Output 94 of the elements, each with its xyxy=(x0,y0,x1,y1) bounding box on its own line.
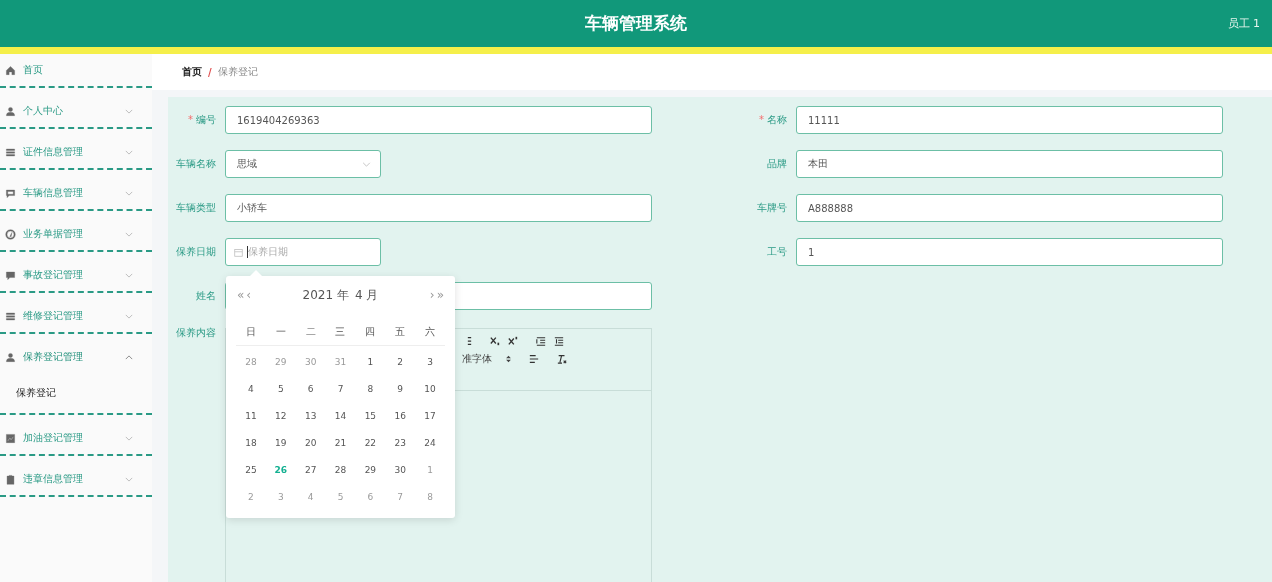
menu-item[interactable]: 首页 xyxy=(0,54,152,86)
subscript-icon[interactable] xyxy=(490,336,500,346)
menu-item[interactable]: 证件信息管理 xyxy=(0,136,152,168)
font-select[interactable]: 准字体 xyxy=(462,352,511,366)
submenu-item[interactable]: 保养登记 xyxy=(0,373,152,413)
indent-icon[interactable] xyxy=(554,336,564,346)
calendar-day[interactable]: 1 xyxy=(355,356,386,367)
field-label: 姓名 xyxy=(195,289,217,303)
required-mark: * xyxy=(759,114,764,125)
menu-item[interactable]: 保养登记管理 xyxy=(0,341,152,373)
sort-caret-icon xyxy=(506,355,511,363)
calendar-day[interactable]: 19 xyxy=(265,437,296,448)
outdent-icon[interactable] xyxy=(536,336,546,346)
breadcrumb-item[interactable]: 首页 xyxy=(182,65,202,79)
breadcrumb-item: 保养登记 xyxy=(217,65,258,79)
field-label: 保养内容 xyxy=(175,326,217,340)
menu-item[interactable]: 加油登记管理 xyxy=(0,422,152,454)
calendar-day[interactable]: 29 xyxy=(355,464,386,475)
user-name: 员工 1 xyxy=(1227,16,1260,31)
text-field[interactable]: 1619404269363 xyxy=(225,106,652,134)
text-field[interactable]: 1 xyxy=(796,238,1223,266)
calendar-day[interactable]: 21 xyxy=(325,437,356,448)
calendar-day[interactable]: 8 xyxy=(355,383,386,394)
year-label[interactable]: 2021 年 xyxy=(302,287,349,302)
text-cursor xyxy=(247,246,248,258)
weekday-label: 一 xyxy=(274,324,287,339)
calendar-day[interactable]: 9 xyxy=(385,383,416,394)
calendar-day[interactable]: 5 xyxy=(265,383,296,394)
person-icon xyxy=(5,351,16,363)
chevron-icon xyxy=(362,161,371,167)
calendar-day[interactable]: 4 xyxy=(236,383,266,394)
required-mark: * xyxy=(188,114,193,125)
field-label: 车辆类型 xyxy=(175,201,217,215)
list-icon xyxy=(5,310,16,322)
calendar-day[interactable]: 24 xyxy=(415,437,445,448)
menu-item[interactable]: 个人中心 xyxy=(0,95,152,127)
field-label: * 编号 xyxy=(187,113,217,127)
comment-icon xyxy=(5,269,16,281)
calendar-day[interactable]: 15 xyxy=(355,410,386,421)
weekday-label: 三 xyxy=(334,324,347,339)
calendar-day[interactable]: 3 xyxy=(415,356,445,367)
calendar-icon xyxy=(234,247,243,257)
calendar-day[interactable]: 6 xyxy=(295,383,326,394)
calendar-day[interactable]: 17 xyxy=(415,410,445,421)
field-label: 品牌 xyxy=(766,157,788,171)
field-label: 工号 xyxy=(766,245,788,259)
weekday-label: 日 xyxy=(244,324,257,339)
text-field[interactable]: 11111 xyxy=(796,106,1223,134)
list-icon xyxy=(5,146,16,158)
calendar-day[interactable]: 11 xyxy=(236,410,266,421)
calendar-day[interactable]: 18 xyxy=(236,437,266,448)
superscript-icon[interactable] xyxy=(508,336,518,346)
clear-format-icon[interactable] xyxy=(557,354,567,364)
calendar-day[interactable]: 7 xyxy=(325,383,356,394)
calendar-day[interactable]: 25 xyxy=(236,464,266,475)
calendar-day[interactable]: 20 xyxy=(295,437,326,448)
menu-item[interactable]: 车辆信息管理 xyxy=(0,177,152,209)
calendar-day[interactable]: 27 xyxy=(295,464,326,475)
calendar-day[interactable]: 28 xyxy=(325,464,356,475)
calendar-day[interactable]: 30 xyxy=(385,464,416,475)
chat-icon xyxy=(5,187,16,199)
chart-icon xyxy=(5,432,16,444)
calendar-day[interactable]: 23 xyxy=(385,437,416,448)
weekday-label: 五 xyxy=(394,324,407,339)
gauge-icon xyxy=(5,228,16,240)
text-field[interactable]: 小轿车 xyxy=(225,194,652,222)
calendar-day[interactable]: 16 xyxy=(385,410,416,421)
breadcrumb-separator: / xyxy=(208,66,212,78)
text-field[interactable]: 本田 xyxy=(796,150,1223,178)
calendar-day[interactable]: 14 xyxy=(325,410,356,421)
calendar-day[interactable]: 13 xyxy=(295,410,326,421)
person-icon xyxy=(5,105,16,117)
field-label: 车辆名称 xyxy=(175,157,217,171)
calendar-day[interactable]: 10 xyxy=(415,383,445,394)
field-label: * 名称 xyxy=(758,113,788,127)
select-field[interactable]: 思域 xyxy=(225,150,381,178)
weekday-label: 六 xyxy=(424,324,437,339)
menu-item[interactable]: 违章信息管理 xyxy=(0,463,152,495)
calendar-day[interactable]: 22 xyxy=(355,437,386,448)
weekday-label: 二 xyxy=(304,324,317,339)
clipboard-icon xyxy=(5,473,16,485)
menu-item[interactable]: 事故登记管理 xyxy=(0,259,152,291)
app-title: 车辆管理系统 xyxy=(585,12,687,35)
weekday-label: 四 xyxy=(364,324,377,339)
calendar-day[interactable]: 12 xyxy=(265,410,296,421)
menu-item[interactable]: 维修登记管理 xyxy=(0,300,152,332)
align-icon[interactable] xyxy=(529,354,539,364)
month-label[interactable]: 4 月 xyxy=(354,287,379,302)
text-field[interactable]: A888888 xyxy=(796,194,1223,222)
field-label: 保养日期 xyxy=(175,245,217,259)
home-icon xyxy=(5,64,16,76)
field-label: 车牌号 xyxy=(756,201,788,215)
menu-item[interactable]: 业务单据管理 xyxy=(0,218,152,250)
calendar-day[interactable]: 2 xyxy=(385,356,416,367)
